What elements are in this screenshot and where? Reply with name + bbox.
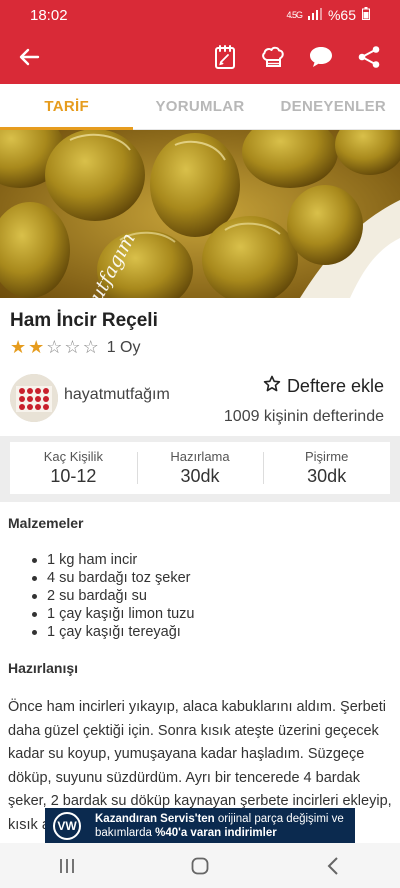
comment-button[interactable] (304, 40, 338, 74)
info-cook-time: Pişirme 30dk (263, 442, 390, 494)
ingredients-list: 1 kg ham incir 4 su bardağı toz şeker 2 … (32, 551, 195, 641)
author-name[interactable]: hayatmutfağım (64, 386, 170, 404)
notebook-icon (215, 45, 235, 69)
star-empty-icon: ☆ (46, 337, 63, 357)
recipe-info-card: Kaç Kişilik 10-12 Hazırlama 30dk Pişirme… (10, 442, 390, 494)
recent-apps-button[interactable] (37, 843, 97, 888)
signal-icon (307, 7, 322, 23)
info-value: 30dk (180, 466, 220, 486)
ingredient-item: 2 su bardağı su (32, 587, 195, 605)
notebook-button[interactable] (208, 40, 242, 74)
star-empty-icon: ☆ (82, 337, 99, 357)
recipe-photo: hayatmutfagım (0, 130, 400, 298)
ad-headline: Kazandıran Servis'ten (95, 812, 215, 825)
app-bar-actions (208, 40, 386, 74)
system-back-button[interactable] (303, 843, 363, 888)
status-bar: 18:02 4.5G %65 (0, 0, 400, 30)
star-filled-icon: ★ (10, 337, 27, 357)
ad-banner[interactable]: VW Kazandıran Servis'ten orijinal parça … (45, 808, 355, 843)
info-prep-time: Hazırlama 30dk (136, 442, 264, 494)
ad-text: Kazandıran Servis'ten orijinal parça değ… (95, 812, 347, 840)
add-to-notebook-button[interactable]: Deftere ekle (263, 375, 384, 398)
share-icon (358, 46, 380, 68)
notebook-count: 1009 kişinin defterinde (223, 408, 384, 425)
recipe-tabs: TARİF YORUMLAR DENEYENLER (0, 84, 400, 130)
info-value: 10-12 (50, 466, 97, 486)
home-icon (191, 857, 209, 874)
star-filled-icon: ★ (28, 337, 45, 357)
add-to-notebook-label: Deftere ekle (286, 376, 384, 396)
ad-highlight: %40'a varan indirimler (155, 826, 277, 839)
info-servings: Kaç Kişilik 10-12 (10, 442, 137, 494)
ingredient-item: 1 çay kaşığı limon tuzu (32, 605, 195, 623)
chat-bubble-icon (310, 47, 332, 67)
ingredient-item: 1 kg ham incir (32, 551, 195, 569)
star-outline-icon (263, 375, 281, 398)
tab-recipe[interactable]: TARİF (0, 84, 134, 130)
recent-apps-icon (59, 858, 74, 873)
preparation-heading: Hazırlanışı (8, 660, 79, 676)
info-label: Pişirme (305, 449, 349, 464)
battery-level: %65 (327, 7, 356, 23)
ingredients-heading: Malzemeler (8, 515, 84, 531)
info-value: 30dk (307, 466, 347, 486)
vote-count: 1 Oy (106, 338, 141, 356)
ingredient-item: 1 çay kaşığı tereyağı (32, 623, 195, 641)
star-empty-icon: ☆ (64, 337, 81, 357)
app-bar (0, 30, 400, 84)
recipe-info-band: Kaç Kişilik 10-12 Hazırlama 30dk Pişirme… (0, 436, 400, 502)
info-label: Hazırlama (170, 449, 230, 464)
recipe-title: Ham İncir Reçeli (10, 310, 158, 331)
info-label: Kaç Kişilik (43, 449, 103, 464)
avatar[interactable] (10, 374, 58, 422)
tab-tried[interactable]: DENEYENLER (267, 84, 400, 129)
chef-button[interactable] (256, 40, 290, 74)
system-nav-bar (0, 843, 400, 888)
status-indicators: 4.5G %65 (286, 7, 370, 23)
battery-icon (362, 7, 370, 23)
chef-hat-icon (262, 46, 284, 67)
status-time: 18:02 (30, 6, 68, 24)
chevron-left-icon (327, 856, 339, 875)
arrow-left-icon (19, 48, 40, 66)
tab-comments[interactable]: YORUMLAR (133, 84, 266, 129)
recipe-rating[interactable]: ★ ★ ☆ ☆ ☆ 1 Oy (10, 337, 141, 358)
share-button[interactable] (352, 40, 386, 74)
ingredient-item: 4 su bardağı toz şeker (32, 569, 195, 587)
author-row: hayatmutfağım Deftere ekle 1009 kişinin … (10, 372, 390, 428)
back-button[interactable] (14, 42, 44, 72)
home-button[interactable] (170, 843, 230, 888)
network-indicator: 4.5G (286, 10, 302, 20)
vw-logo-icon: VW (53, 811, 81, 840)
